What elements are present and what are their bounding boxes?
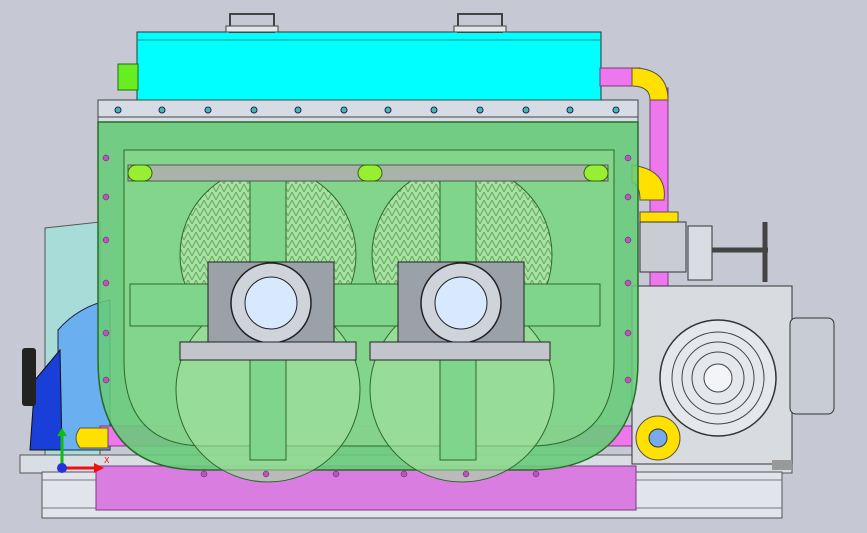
inlet-stub[interactable]: [117, 63, 139, 91]
cad-viewport[interactable]: X: [0, 0, 867, 533]
hopper-box[interactable]: [136, 31, 602, 105]
drive-chain-handle: [22, 348, 36, 406]
coupling-flange[interactable]: [635, 415, 681, 461]
cad-model-canvas[interactable]: X: [0, 0, 867, 533]
top-flange[interactable]: [97, 99, 639, 123]
axis-x-label: X: [104, 456, 110, 465]
mixer-trough[interactable]: [97, 121, 639, 483]
base-plate-magenta: [95, 465, 637, 511]
